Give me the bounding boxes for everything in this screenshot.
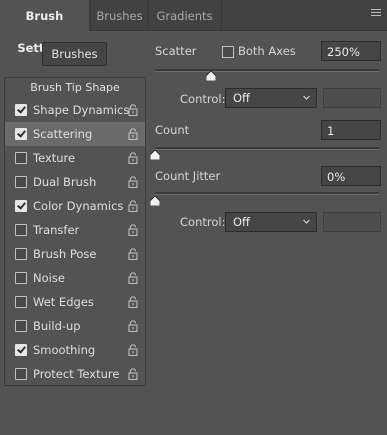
- checkbox[interactable]: [15, 128, 27, 140]
- scatter-control-select[interactable]: Off: [225, 88, 317, 108]
- count-jitter-slider-thumb[interactable]: [150, 196, 160, 206]
- option-label: Smoothing: [33, 343, 96, 357]
- lock-icon[interactable]: [128, 104, 138, 116]
- option-protect-texture[interactable]: Protect Texture: [5, 362, 145, 386]
- option-label: Noise: [33, 271, 65, 285]
- panel-menu-icon[interactable]: [371, 9, 381, 19]
- option-smoothing[interactable]: Smoothing: [5, 338, 145, 362]
- count-jitter-label: Count Jitter: [155, 169, 221, 183]
- count-jitter-value-field[interactable]: 0%: [321, 166, 381, 186]
- tab-brushes[interactable]: Brushes: [90, 0, 149, 30]
- checkbox[interactable]: [15, 320, 27, 332]
- checkbox[interactable]: [15, 104, 27, 116]
- chevron-down-icon: [303, 219, 310, 224]
- lock-icon[interactable]: [128, 248, 138, 260]
- checkbox[interactable]: [15, 344, 27, 356]
- option-scattering[interactable]: Scattering: [5, 122, 145, 146]
- select-value: Off: [233, 91, 250, 105]
- option-brush-pose[interactable]: Brush Pose: [5, 242, 145, 266]
- lock-icon[interactable]: [128, 224, 138, 236]
- count-jitter-control-label: Control:: [180, 215, 226, 229]
- scatter-slider-thumb[interactable]: [206, 71, 216, 81]
- checkbox[interactable]: [15, 152, 27, 164]
- option-color-dynamics[interactable]: Color Dynamics: [5, 194, 145, 218]
- option-label: Transfer: [33, 223, 80, 237]
- panel-tab-bar: Brush Settings Brushes Gradients: [0, 0, 387, 55]
- lock-icon[interactable]: [128, 128, 138, 140]
- option-build-up[interactable]: Build-up: [5, 314, 145, 338]
- option-dual-brush[interactable]: Dual Brush: [5, 170, 145, 194]
- checkbox[interactable]: [15, 224, 27, 236]
- option-label: Shape Dynamics: [33, 103, 130, 117]
- option-noise[interactable]: Noise: [5, 266, 145, 290]
- lock-icon[interactable]: [128, 272, 138, 284]
- scatter-control-label: Control:: [180, 92, 226, 106]
- checkbox[interactable]: [15, 176, 27, 188]
- option-label: Brush Pose: [33, 247, 97, 261]
- count-slider-track[interactable]: [155, 147, 379, 150]
- scatter-value-field[interactable]: 250%: [321, 41, 381, 61]
- count-label: Count: [155, 123, 190, 137]
- option-texture[interactable]: Texture: [5, 146, 145, 170]
- brushes-button[interactable]: Brushes: [42, 42, 107, 66]
- scatter-slider-track[interactable]: [155, 69, 379, 72]
- tab-gradients[interactable]: Gradients: [148, 0, 222, 30]
- both-axes-label: Both Axes: [238, 44, 296, 58]
- brush-options-list: Brush Tip Shape Shape Dynamics Scatterin…: [4, 77, 146, 386]
- count-jitter-control-select[interactable]: Off: [225, 212, 317, 232]
- checkbox[interactable]: [15, 248, 27, 260]
- count-jitter-slider-track[interactable]: [155, 192, 379, 195]
- lock-icon[interactable]: [128, 200, 138, 212]
- option-transfer[interactable]: Transfer: [5, 218, 145, 242]
- scatter-label: Scatter: [155, 44, 197, 58]
- lock-icon[interactable]: [128, 152, 138, 164]
- option-label: Dual Brush: [33, 175, 97, 189]
- lock-icon[interactable]: [128, 368, 138, 380]
- option-label: Scattering: [33, 127, 93, 141]
- chevron-down-icon: [303, 95, 310, 100]
- option-shape-dynamics[interactable]: Shape Dynamics: [5, 98, 145, 122]
- tab-brush-settings[interactable]: Brush Settings: [0, 0, 89, 55]
- lock-icon[interactable]: [128, 296, 138, 308]
- option-wet-edges[interactable]: Wet Edges: [5, 290, 145, 314]
- brush-tip-shape-item[interactable]: Brush Tip Shape: [5, 78, 145, 98]
- option-label: Wet Edges: [33, 295, 94, 309]
- checkbox[interactable]: [15, 296, 27, 308]
- lock-icon[interactable]: [128, 176, 138, 188]
- option-label: Texture: [33, 151, 76, 165]
- count-jitter-control-value-field: [323, 212, 381, 232]
- option-label: Protect Texture: [33, 367, 120, 381]
- count-value-field[interactable]: 1: [321, 120, 381, 140]
- option-label: Color Dynamics: [33, 199, 124, 213]
- checkbox[interactable]: [15, 368, 27, 380]
- select-value: Off: [233, 215, 250, 229]
- count-slider-thumb[interactable]: [150, 150, 160, 160]
- checkbox[interactable]: [15, 272, 27, 284]
- both-axes-checkbox[interactable]: [222, 46, 234, 58]
- lock-icon[interactable]: [128, 320, 138, 332]
- scatter-control-value-field: [323, 88, 381, 108]
- lock-icon[interactable]: [128, 344, 138, 356]
- option-label: Build-up: [33, 319, 81, 333]
- checkbox[interactable]: [15, 200, 27, 212]
